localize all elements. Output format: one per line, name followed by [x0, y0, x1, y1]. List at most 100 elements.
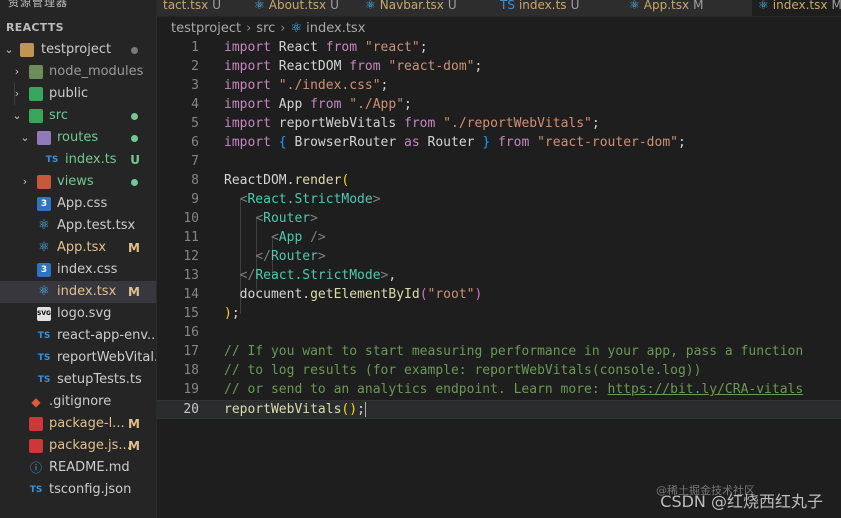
react-file-icon: ⚛	[38, 218, 50, 233]
file-tree: ⌄ testproject › node_modules › public ⌄ …	[0, 39, 156, 501]
git-status-badge: M	[128, 439, 140, 453]
tree-item-react-app-env[interactable]: TS react-app-env....	[0, 325, 156, 347]
tab-status: U	[330, 0, 339, 12]
tree-item-package-json[interactable]: package.js... M	[0, 435, 156, 457]
tree-item-label: setupTests.ts	[57, 372, 142, 387]
tree-item-label: tsconfig.json	[49, 482, 132, 497]
tree-item-label: App.tsx	[57, 240, 107, 255]
tab-index-tsx[interactable]: ⚛ index.tsx M	[752, 0, 841, 16]
line-number: 10	[183, 211, 199, 226]
workspace-title[interactable]: REACTTS	[0, 17, 156, 39]
git-status-badge: M	[128, 417, 140, 431]
tree-item-app-css[interactable]: 3 App.css	[0, 193, 156, 215]
tab-label: About.tsx	[268, 0, 327, 12]
tree-item-testproject[interactable]: ⌄ testproject	[0, 39, 156, 61]
react-file-icon: ⚛	[758, 0, 769, 12]
tree-item-label: logo.svg	[57, 306, 112, 321]
typescript-file-icon: TS	[500, 0, 515, 12]
tree-item-label: public	[49, 86, 89, 101]
folder-icon	[20, 43, 34, 57]
breadcrumb-folder[interactable]: src	[256, 21, 275, 36]
code-text: );	[224, 306, 240, 321]
tree-item-setup-tests[interactable]: TS setupTests.ts	[0, 369, 156, 391]
text-cursor	[364, 402, 366, 417]
code-line: 13 </React.StrictMode>,	[157, 266, 841, 285]
tree-item-package-lock[interactable]: package-l... M	[0, 413, 156, 435]
code-line: 14 document.getElementById("root")	[157, 285, 841, 304]
tree-item-label: package.js...	[49, 438, 131, 453]
tree-item-routes[interactable]: ⌄ routes	[0, 127, 156, 149]
modified-dot-icon	[131, 47, 138, 54]
tab-navbar[interactable]: ⚛ Navbar.tsx U	[359, 0, 500, 16]
line-number: 8	[191, 173, 199, 188]
chevron-right-icon: ›	[22, 175, 28, 188]
explorer-header-bar: 资源管理器	[0, 0, 156, 17]
tree-item-label: views	[57, 174, 94, 189]
tree-item-label: .gitignore	[49, 394, 112, 409]
tree-item-gitignore[interactable]: ◆ .gitignore	[0, 391, 156, 413]
tree-item-routes-index-ts[interactable]: TS index.ts U	[0, 149, 156, 171]
tab-label: index.ts	[518, 0, 567, 12]
code-text: import { BrowserRouter as Router } from …	[224, 135, 686, 150]
code-line: 10 <Router>	[157, 209, 841, 228]
tab-status: M	[693, 0, 704, 12]
tree-item-src[interactable]: ⌄ src	[0, 105, 156, 127]
tree-item-public[interactable]: › public	[0, 83, 156, 105]
line-number: 13	[183, 268, 199, 283]
code-line: 5 import reportWebVitals from "./reportWe…	[157, 114, 841, 133]
tab-about[interactable]: ⚛ About.tsx U	[248, 0, 365, 16]
code-line: 17 // If you want to start measuring perf…	[157, 342, 841, 361]
tab-contact[interactable]: tact.tsx U	[157, 0, 254, 16]
code-line: 1 import React from "react";	[157, 38, 841, 57]
line-number: 2	[191, 59, 199, 74]
tab-app-tsx[interactable]: ⚛ App.tsx M	[623, 0, 758, 16]
explorer-sidebar: 资源管理器 REACTTS ⌄ testproject › node_modul…	[0, 0, 157, 518]
chevron-down-icon: ⌄	[20, 131, 30, 144]
tab-index-ts[interactable]: TS index.ts U	[494, 0, 629, 16]
code-line: 16	[157, 323, 841, 342]
tree-item-label: index.css	[57, 262, 118, 277]
tree-item-index-tsx[interactable]: ⚛ index.tsx M	[0, 281, 156, 303]
public-folder-icon	[29, 87, 43, 101]
tree-item-readme[interactable]: ⓘ README.md	[0, 457, 156, 479]
tab-label: App.tsx	[643, 0, 690, 12]
tree-item-app-test-tsx[interactable]: ⚛ App.test.tsx	[0, 215, 156, 237]
tab-label: Navbar.tsx	[379, 0, 444, 12]
code-text: </Router>	[255, 249, 326, 264]
code-text: import React from "react";	[224, 40, 428, 55]
tree-item-index-css[interactable]: 3 index.css	[0, 259, 156, 281]
tree-item-label: react-app-env....	[57, 328, 157, 343]
tab-label: tact.tsx	[163, 0, 209, 12]
tree-item-label: node_modules	[49, 64, 144, 79]
routes-folder-icon	[37, 131, 51, 145]
code-editor[interactable]: 1 import React from "react"; 2 import Reac…	[157, 38, 841, 518]
tree-item-tsconfig[interactable]: TS tsconfig.json	[0, 479, 156, 501]
tree-item-label: routes	[57, 130, 99, 145]
breadcrumb-file[interactable]: index.tsx	[306, 21, 365, 36]
code-text: import ReactDOM from "react-dom";	[224, 59, 483, 74]
code-text: <App />	[270, 230, 326, 245]
tree-item-node-modules[interactable]: › node_modules	[0, 61, 156, 83]
line-number: 1	[191, 40, 199, 55]
typescript-file-icon: TS	[37, 331, 51, 341]
tree-item-app-tsx[interactable]: ⚛ App.tsx M	[0, 237, 156, 259]
tree-item-label: src	[49, 108, 68, 123]
tree-item-report-web-vitals[interactable]: TS reportWebVital...	[0, 347, 156, 369]
code-line: 11 <App />	[157, 228, 841, 247]
react-file-icon: ⚛	[365, 0, 376, 12]
code-line: 15);	[157, 304, 841, 323]
css-file-icon: 3	[37, 197, 51, 211]
tab-status: U	[570, 0, 580, 12]
react-file-icon: ⚛	[38, 240, 50, 255]
line-number: 12	[183, 249, 199, 264]
breadcrumb-project[interactable]: testproject	[171, 21, 241, 36]
chevron-down-icon: ⌄	[4, 43, 14, 56]
tree-item-label: index.ts	[65, 152, 117, 167]
code-text: // to log results (for example: reportWe…	[224, 363, 702, 378]
untracked-dot-icon	[131, 179, 138, 186]
editor-tab-bar: tact.tsx U ⚛ About.tsx U ⚛ Navbar.tsx U TS ind…	[157, 0, 841, 17]
code-line: 12 </Router>	[157, 247, 841, 266]
code-text: // If you want to start measuring perfor…	[224, 344, 804, 359]
tree-item-views[interactable]: › views	[0, 171, 156, 193]
tree-item-logo-svg[interactable]: SVG logo.svg	[0, 303, 156, 325]
